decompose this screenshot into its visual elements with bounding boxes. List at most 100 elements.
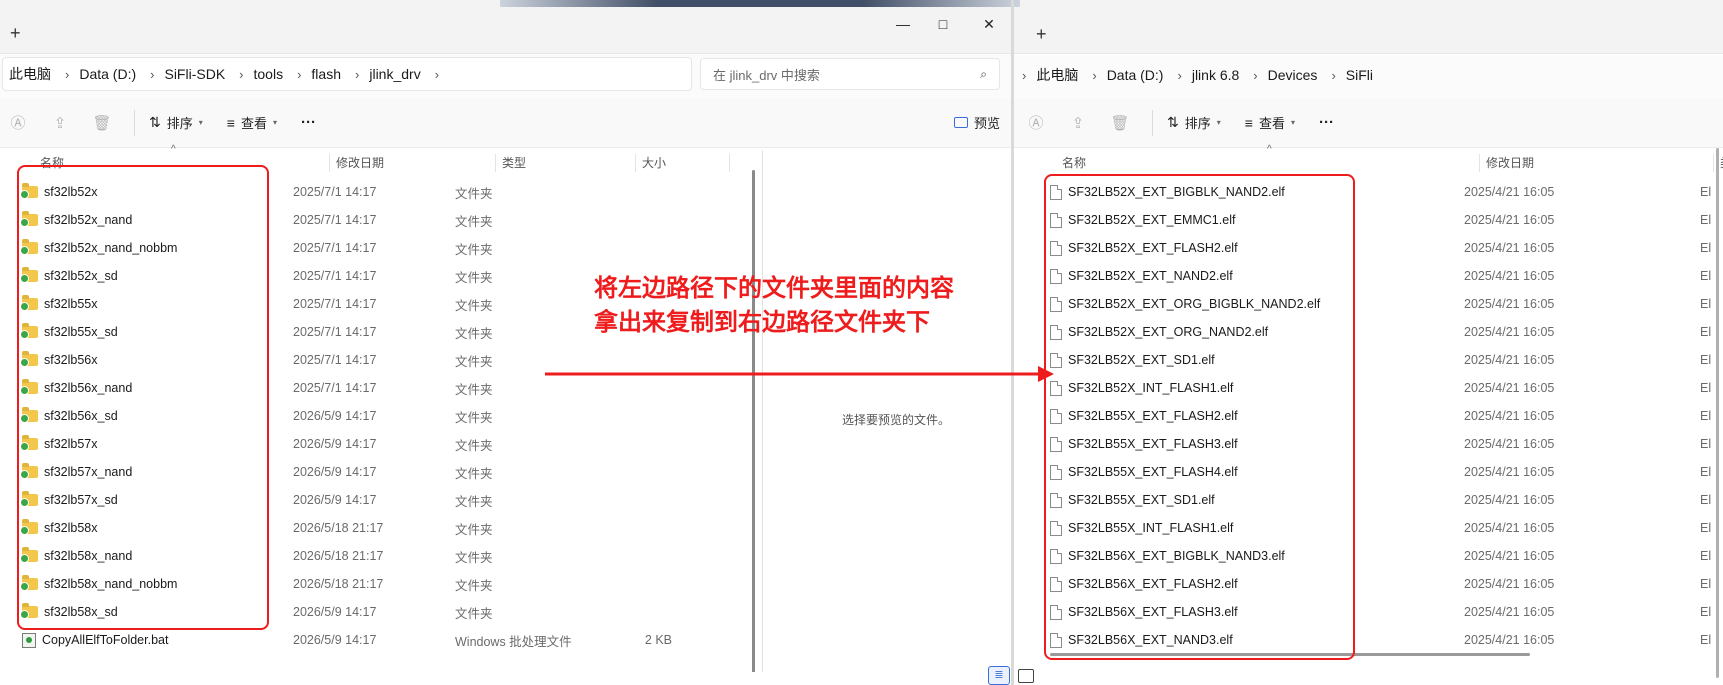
left-window-titlebar	[0, 0, 1012, 54]
view-label: 查看	[240, 116, 267, 131]
breadcrumb-item-jlink-68[interactable]: jlink 6.8	[1192, 67, 1239, 83]
file-type: 文件夹	[455, 466, 493, 481]
left-scrollbar[interactable]	[752, 170, 755, 680]
breadcrumb-item-sifli-sdk[interactable]: SiFli-SDK	[164, 66, 225, 82]
close-button[interactable]: ✕	[966, 8, 1012, 40]
right-highlight-box	[1044, 174, 1355, 660]
file-date: 2025/4/21 16:05	[1464, 409, 1555, 423]
chevron-down-icon: ▾	[1216, 118, 1221, 127]
toolbar-divider	[134, 109, 135, 136]
list-item[interactable]: CopyAllElfToFolder.bat 2026/5/9 14:17 Wind…	[22, 626, 732, 654]
bat-file-icon	[22, 632, 36, 648]
breadcrumb-item-this-pc[interactable]: 此电脑	[9, 64, 51, 84]
chevron-down-icon: ▾	[272, 118, 277, 127]
right-breadcrumb: › 此电脑 › Data (D:) › jlink 6.8 › Devices › Si…	[1022, 65, 1373, 85]
details-view-icon[interactable]: ≣	[988, 666, 1010, 685]
file-date: 2025/7/1 14:17	[293, 353, 377, 367]
column-header-name[interactable]: 名称	[1056, 154, 1480, 172]
right-window-titlebar	[1013, 0, 1723, 54]
chevron-right-icon: ›	[297, 66, 302, 82]
right-new-tab-button[interactable]: +	[1036, 25, 1047, 43]
file-date: 2026/5/18 21:17	[293, 521, 384, 535]
file-date: 2025/4/21 16:05	[1464, 325, 1555, 339]
file-date: 2025/4/21 16:05	[1464, 633, 1555, 647]
more-options-button[interactable]: ···	[1319, 114, 1334, 131]
breadcrumb-item-flash[interactable]: flash	[311, 66, 341, 82]
breadcrumb-item-jlink-drv[interactable]: jlink_drv	[369, 66, 420, 82]
preview-empty-text: 选择要预览的文件。	[842, 413, 951, 427]
breadcrumb-item-data-d[interactable]: Data (D:)	[79, 66, 136, 82]
new-tab-button[interactable]: +	[10, 24, 21, 42]
file-date: 2025/4/21 16:05	[1464, 213, 1555, 227]
sort-icon: ⇅	[1167, 114, 1179, 130]
search-input[interactable]: 在 jlink_drv 中搜索 ⌕	[700, 58, 1000, 90]
view-button[interactable]: ≡ 查看 ▾	[1245, 113, 1295, 132]
file-date: 2025/4/21 16:05	[1464, 521, 1555, 535]
delete-icon[interactable]: 🗑	[1106, 109, 1134, 137]
annotation-line-1: 将左边路径下的文件夹里面的内容	[594, 274, 954, 302]
file-type: 文件夹	[455, 438, 493, 453]
right-address-bar[interactable]: › 此电脑 › Data (D:) › jlink 6.8 › Devices › Si…	[1016, 58, 1716, 92]
rename-icon[interactable]: Ⓐ	[1022, 109, 1050, 137]
maximize-button[interactable]: □	[920, 8, 966, 40]
file-date: 2025/4/21 16:05	[1464, 437, 1555, 451]
file-date: 2026/5/18 21:17	[293, 549, 384, 563]
file-date: 2026/5/9 14:17	[293, 409, 377, 423]
file-date: 2026/5/9 14:17	[293, 633, 377, 647]
preview-pane-button[interactable]: 预览	[953, 113, 1000, 132]
file-date: 2025/4/21 16:05	[1464, 269, 1555, 283]
right-column-header: ^ 名称 修改日期 类	[1014, 144, 1723, 174]
left-highlight-box	[17, 165, 269, 630]
preview-pane-divider	[762, 150, 763, 685]
annotation-line-2: 拿出来复制到右边路径文件夹下	[594, 308, 930, 336]
more-options-button[interactable]: ···	[301, 114, 316, 131]
chevron-down-icon: ▾	[198, 118, 203, 127]
file-type: 文件夹	[455, 242, 493, 257]
background-window-edge	[500, 0, 1020, 7]
rename-icon[interactable]: Ⓐ	[4, 109, 32, 137]
breadcrumb-item-data-d[interactable]: Data (D:)	[1107, 67, 1164, 83]
maximize-icon: □	[938, 16, 948, 32]
chevron-right-icon: ›	[1331, 67, 1336, 83]
breadcrumb-item-tools[interactable]: tools	[254, 66, 284, 82]
minimize-icon: —	[896, 16, 910, 32]
delete-icon[interactable]: 🗑	[88, 109, 116, 137]
preview-label: 预览	[973, 116, 1000, 131]
file-date: 2026/5/9 14:17	[293, 437, 377, 451]
left-address-bar[interactable]: 此电脑 › Data (D:) › SiFli-SDK › tools › flash ›…	[2, 57, 692, 91]
sort-button[interactable]: ⇅ 排序 ▾	[1167, 113, 1221, 132]
file-name-cell: CopyAllElfToFolder.bat	[22, 632, 293, 648]
breadcrumb-item-sifli[interactable]: SiFli	[1346, 67, 1373, 83]
column-header-size[interactable]: 大小	[636, 154, 730, 172]
column-header-type[interactable]: 类型	[496, 154, 636, 172]
breadcrumb-item-devices[interactable]: Devices	[1268, 67, 1318, 83]
tiles-view-icon[interactable]	[1018, 669, 1034, 683]
chevron-right-icon: ›	[150, 66, 155, 82]
annotation-arrow	[545, 366, 1054, 382]
right-command-bar: Ⓐ ⇪ 🗑 ⇅ 排序 ▾ ≡ 查看 ▾ ···	[1014, 98, 1723, 148]
share-icon[interactable]: ⇪	[46, 109, 74, 137]
file-date: 2025/7/1 14:17	[293, 241, 377, 255]
file-type: 文件夹	[455, 522, 493, 537]
breadcrumb-item-this-pc[interactable]: 此电脑	[1036, 65, 1078, 85]
right-scrollbar[interactable]	[1716, 148, 1719, 678]
file-date: 2025/4/21 16:05	[1464, 549, 1555, 563]
file-date: 2025/4/21 16:05	[1464, 381, 1555, 395]
column-header-date[interactable]: 修改日期	[330, 154, 496, 172]
share-icon[interactable]: ⇪	[1064, 109, 1092, 137]
sort-label: 排序	[1184, 116, 1211, 131]
chevron-right-icon: ›	[1092, 67, 1097, 83]
view-button[interactable]: ≡ 查看 ▾	[227, 113, 277, 132]
file-date: 2026/5/9 14:17	[293, 493, 377, 507]
file-date: 2025/7/1 14:17	[293, 297, 377, 311]
arrow-head	[1038, 366, 1054, 382]
chevron-right-icon: ›	[1022, 67, 1027, 83]
file-type: 文件夹	[455, 186, 493, 201]
sort-button[interactable]: ⇅ 排序 ▾	[149, 113, 203, 132]
file-type: 文件夹	[455, 578, 493, 593]
column-header-date[interactable]: 修改日期	[1480, 154, 1714, 172]
annotation-text: 将左边路径下的文件夹里面的内容 拿出来复制到右边路径文件夹下	[594, 271, 954, 339]
file-date: 2025/7/1 14:17	[293, 381, 377, 395]
breadcrumb: 此电脑 › Data (D:) › SiFli-SDK › tools › flash ›…	[9, 64, 449, 84]
file-name: CopyAllElfToFolder.bat	[42, 633, 169, 647]
